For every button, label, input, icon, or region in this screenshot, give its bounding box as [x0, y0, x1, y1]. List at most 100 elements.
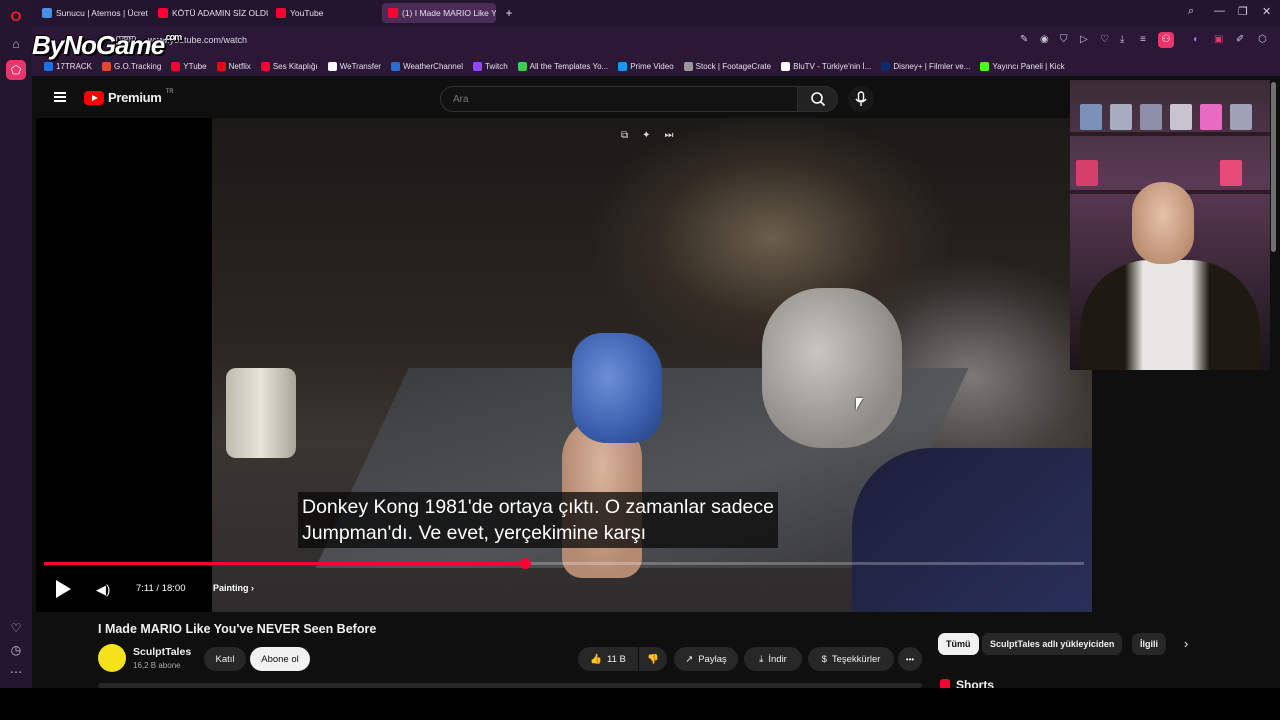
bookmark-favicon-icon: [618, 61, 628, 71]
video-player[interactable]: ⧉ ✦ ⏭ Donkey Kong 1981'de ortaya çıktı. …: [36, 118, 1092, 612]
camera-icon[interactable]: ◉: [1040, 34, 1049, 45]
progress-bar[interactable]: [44, 558, 1084, 569]
bookmark-item[interactable]: Ses Kitaplığı: [260, 61, 318, 71]
chevron-right-icon[interactable]: ›: [1184, 636, 1188, 651]
mouse-cursor-icon: [856, 398, 863, 410]
tab-active-video[interactable]: (1) I Made MARIO Like Yo: [382, 3, 496, 23]
like-icon: 👍: [590, 653, 602, 665]
toy-box: [1076, 160, 1098, 186]
search-tabs-icon[interactable]: ⌕: [1188, 5, 1194, 18]
bookmark-item[interactable]: Netflix: [216, 61, 251, 71]
share-button[interactable]: ↗ Paylaş: [674, 647, 738, 671]
cube-icon[interactable]: ⬡: [1258, 34, 1267, 45]
bookmark-item[interactable]: Twitch: [472, 61, 508, 71]
pinboard-icon[interactable]: ⬠: [6, 60, 26, 80]
play-icon[interactable]: [56, 580, 71, 598]
toy-box: [1110, 104, 1132, 130]
bookmark-favicon-icon: [171, 61, 181, 71]
streamer-webcam: [1070, 80, 1270, 370]
bookmark-label: WeatherChannel: [403, 61, 463, 71]
tab-youtube-video-1[interactable]: KÖTÜ ADAMIN SİZ OLDUĞ: [152, 3, 268, 23]
download-button[interactable]: ⤓ İndir: [744, 647, 802, 671]
hamburger-menu-icon[interactable]: [54, 92, 66, 102]
watermark-suffix: .com: [164, 32, 182, 42]
chip-related[interactable]: İlgili: [1132, 633, 1166, 655]
bookmark-label: Netflix: [228, 61, 251, 71]
channel-avatar[interactable]: [98, 644, 126, 672]
menu-icon[interactable]: ≡: [1140, 34, 1146, 45]
maximize-icon[interactable]: ❐: [1238, 5, 1248, 18]
toy-box: [1220, 160, 1242, 186]
download-icon[interactable]: ⤓: [1120, 34, 1124, 45]
pen-icon[interactable]: ✐: [1236, 34, 1244, 45]
download-label: İndir: [768, 653, 787, 665]
bookmark-item[interactable]: 17TRACK: [44, 61, 92, 71]
youtube-logo-icon: [84, 90, 104, 105]
subscribe-button[interactable]: Abone ol: [250, 647, 310, 671]
scrollbar-thumb[interactable]: [1271, 82, 1276, 252]
bookmark-item[interactable]: YTube: [171, 61, 207, 71]
page-scrollbar[interactable]: [1271, 82, 1277, 686]
tab-aternos[interactable]: Sunucu | Aternos | Ücretsi: [36, 3, 148, 23]
player-controls: ◀) 7:11 / 18:00 Painting › ⬭ ▤ ⚙ HD ▭ ⤢: [36, 570, 1092, 610]
tab-label: Sunucu | Aternos | Ücretsi: [56, 8, 148, 18]
bookmark-item[interactable]: BluTV - Türkiye'nin İ...: [781, 61, 871, 71]
bookmark-favicon-icon: [781, 61, 791, 71]
chip-label: İlgili: [1140, 639, 1158, 649]
channel-name[interactable]: SculptTales: [133, 646, 191, 658]
heart-icon[interactable]: ♡: [1100, 34, 1109, 45]
screen-bottom-edge: [0, 688, 1280, 720]
opera-logo-icon[interactable]: O: [6, 6, 26, 26]
thanks-button[interactable]: $ Teşekkürler: [808, 647, 894, 671]
toy-box: [1200, 104, 1222, 130]
tab-youtube[interactable]: YouTube: [270, 3, 380, 23]
voice-search-button[interactable]: [848, 86, 874, 112]
time-display: 7:11 / 18:00: [136, 583, 186, 594]
volume-icon[interactable]: ◀): [96, 582, 110, 598]
toy-box: [1140, 104, 1162, 130]
bookmark-label: Ses Kitaplığı: [272, 61, 318, 71]
bookmark-item[interactable]: WeTransfer: [327, 61, 381, 71]
address-bar: VPN www.youtube.com/watch ✎ ◉ ⛉ ▷ ♡ ⤓ ≡ …: [32, 26, 1280, 56]
skip-icon[interactable]: ⏭: [665, 130, 674, 141]
home-icon[interactable]: ⌂: [6, 34, 26, 54]
shield-icon[interactable]: ⛉: [1060, 34, 1068, 45]
bookmark-item[interactable]: All the Templates Yo...: [517, 61, 608, 71]
extension-icon[interactable]: ▣: [1214, 34, 1223, 45]
bookmark-item[interactable]: Stock | FootageCrate: [683, 61, 771, 71]
like-button[interactable]: 👍 11 B: [578, 647, 638, 671]
close-window-icon[interactable]: ✕: [1262, 5, 1271, 18]
tab-label: (1) I Made MARIO Like Yo: [402, 8, 496, 18]
chip-uploader[interactable]: SculptTales adlı yükleyiciden: [982, 633, 1123, 655]
more-actions-button[interactable]: •••: [898, 647, 922, 671]
bookmark-favicon-icon: [327, 61, 337, 71]
ai-enhance-icon[interactable]: ✦: [642, 130, 650, 141]
watermark-logo: ByNoGame.com: [32, 30, 182, 61]
subscriber-count: 16,2 B abone: [133, 661, 181, 670]
blue-sculpture: [572, 333, 662, 443]
new-tab-button[interactable]: +: [500, 3, 518, 23]
chip-all[interactable]: Tümü: [938, 633, 979, 655]
chapter-button[interactable]: Painting ›: [213, 583, 254, 593]
profile-icon[interactable]: ⚇: [1158, 32, 1174, 48]
bookmark-item[interactable]: Disney+ | Filmler ve...: [881, 61, 970, 71]
miniplayer-icon[interactable]: ⧉: [621, 130, 628, 141]
more-icon[interactable]: ⋯: [6, 662, 26, 682]
heart-icon[interactable]: ♡: [6, 618, 26, 638]
chip-label: SculptTales adlı yükleyiciden: [990, 639, 1115, 649]
bookmark-item[interactable]: G.O.Tracking: [102, 61, 161, 71]
dislike-button[interactable]: 👎: [639, 647, 667, 671]
bookmark-item[interactable]: Prime Video: [618, 61, 674, 71]
bookmark-item[interactable]: Yayıncı Paneli | Kick: [980, 61, 1065, 71]
edit-icon[interactable]: ✎: [1020, 34, 1028, 45]
speaker-icon[interactable]: ◖: [1192, 34, 1198, 45]
history-icon[interactable]: ◷: [6, 640, 26, 660]
player-icon[interactable]: ▷: [1080, 34, 1088, 45]
youtube-premium-logo[interactable]: Premium TR: [84, 89, 174, 105]
search-input[interactable]: [440, 86, 798, 112]
youtube-favicon-icon: [388, 8, 398, 18]
minimize-icon[interactable]: —: [1214, 5, 1225, 17]
bookmark-item[interactable]: WeatherChannel: [391, 61, 463, 71]
join-button[interactable]: Katıl: [204, 647, 246, 671]
search-button[interactable]: [798, 86, 838, 112]
